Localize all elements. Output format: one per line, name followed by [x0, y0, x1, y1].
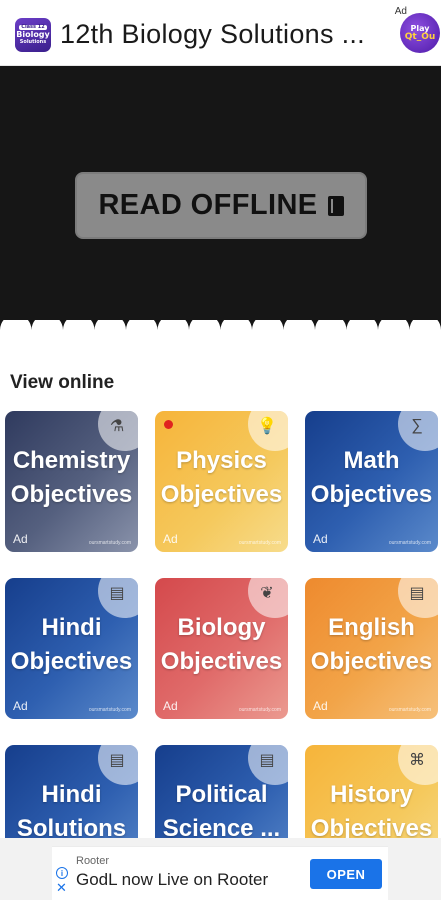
hindi-book-icon: ▤ — [109, 585, 125, 602]
tile-title-line1: History — [330, 781, 413, 808]
view-online-heading: View online — [10, 372, 115, 393]
tile-title-line1: Hindi — [41, 614, 102, 641]
close-icon[interactable]: ✕ — [56, 881, 67, 894]
read-offline-label: READ OFFLINE — [98, 189, 318, 221]
bottom-ad-banner[interactable]: i ✕ Rooter GodL now Live on Rooter OPEN — [52, 846, 388, 900]
history-scroll-icon: ⌘ — [409, 752, 425, 769]
lightbulb-icon: 💡 — [257, 418, 277, 435]
app-title: 12th Biology Solutions ... — [60, 19, 365, 49]
tile-title: Physics Objectives — [155, 444, 288, 512]
tile-title-line2: Objectives — [10, 648, 133, 675]
subject-tile-hindi-objectives[interactable]: ▤ Hindi Objectives Ad oursmartstudy.com — [5, 578, 138, 719]
tile-site-label: oursmartstudy.com — [238, 707, 281, 713]
tile-title: Hindi Objectives — [5, 611, 138, 679]
tile-site-label: oursmartstudy.com — [88, 707, 131, 713]
app-logo-line-solutions: Solutions — [19, 39, 47, 45]
tile-title-line2: Objectives — [10, 481, 133, 508]
tile-ad-label: Ad — [13, 699, 28, 713]
app-logo-line-biology: Biology — [16, 30, 50, 39]
tile-title-line1: Political — [175, 781, 268, 808]
hindi-book-icon: ▤ — [109, 752, 125, 769]
tile-ad-label: Ad — [13, 532, 28, 546]
tile-title: Hindi Solutions — [5, 778, 138, 846]
math-graph-icon: ∑ — [411, 417, 423, 434]
ad-open-button[interactable]: OPEN — [310, 859, 382, 889]
promo-badge-line2: Qt_Ou — [404, 32, 436, 42]
chemistry-flask-icon: ⚗ — [109, 418, 125, 435]
ad-advertiser: Rooter — [76, 855, 110, 867]
hero-scallop-edge — [0, 320, 441, 364]
tile-ad-label: Ad — [313, 532, 328, 546]
tile-title-line1: Hindi — [41, 781, 102, 808]
tile-title-line2: Objectives — [160, 648, 283, 675]
tile-title-line1: Chemistry — [12, 447, 131, 474]
read-offline-button[interactable]: READ OFFLINE — [75, 172, 367, 239]
tile-ad-label: Ad — [163, 699, 178, 713]
tile-title: Political Science ... — [155, 778, 288, 846]
subject-tile-chemistry-objectives[interactable]: ⚗ Chemistry Objectives Ad oursmartstudy.com — [5, 411, 138, 552]
lungs-icon: ❦ — [260, 585, 274, 602]
tile-site-label: oursmartstudy.com — [238, 540, 281, 546]
app-bar: Class 12 Biology Solutions 12th Biology … — [0, 0, 441, 66]
ad-label: Ad — [394, 6, 407, 17]
book-icon — [327, 195, 344, 216]
subject-tile-math-objectives[interactable]: ∑ Math Objectives Ad oursmartstudy.com — [305, 411, 438, 552]
tile-title-line1: English — [328, 614, 415, 641]
tile-site-label: oursmartstudy.com — [388, 707, 431, 713]
promo-game-badge[interactable]: Play Qt_Ou — [400, 13, 440, 53]
hero-banner: READ OFFLINE — [0, 66, 441, 356]
tile-ad-label: Ad — [163, 532, 178, 546]
tile-title: History Objectives — [305, 778, 438, 846]
tile-site-label: oursmartstudy.com — [88, 540, 131, 546]
tile-title: Chemistry Objectives — [5, 444, 138, 512]
tile-title: English Objectives — [305, 611, 438, 679]
notification-dot — [164, 420, 173, 429]
tile-title-line2: Objectives — [310, 481, 433, 508]
subject-tile-english-objectives[interactable]: ▤ English Objectives Ad oursmartstudy.com — [305, 578, 438, 719]
subject-tile-physics-objectives[interactable]: 💡 Physics Objectives Ad oursmartstudy.com — [155, 411, 288, 552]
political-science-book-icon: ▤ — [259, 752, 275, 769]
tile-title-line1: Physics — [176, 447, 267, 474]
subject-tile-biology-objectives[interactable]: ❦ Biology Objectives Ad oursmartstudy.com — [155, 578, 288, 719]
info-icon[interactable]: i — [56, 867, 68, 879]
tile-title-line2: Objectives — [310, 648, 433, 675]
tile-title: Math Objectives — [305, 444, 438, 512]
ad-headline: GodL now Live on Rooter — [76, 870, 269, 889]
english-book-icon: ▤ — [409, 585, 425, 602]
tile-ad-label: Ad — [313, 699, 328, 713]
tile-title-line1: Biology — [177, 614, 266, 641]
app-logo[interactable]: Class 12 Biology Solutions — [15, 18, 51, 52]
tile-title-line1: Math — [343, 447, 400, 474]
tile-title: Biology Objectives — [155, 611, 288, 679]
tile-site-label: oursmartstudy.com — [388, 540, 431, 546]
tile-title-line2: Objectives — [160, 481, 283, 508]
